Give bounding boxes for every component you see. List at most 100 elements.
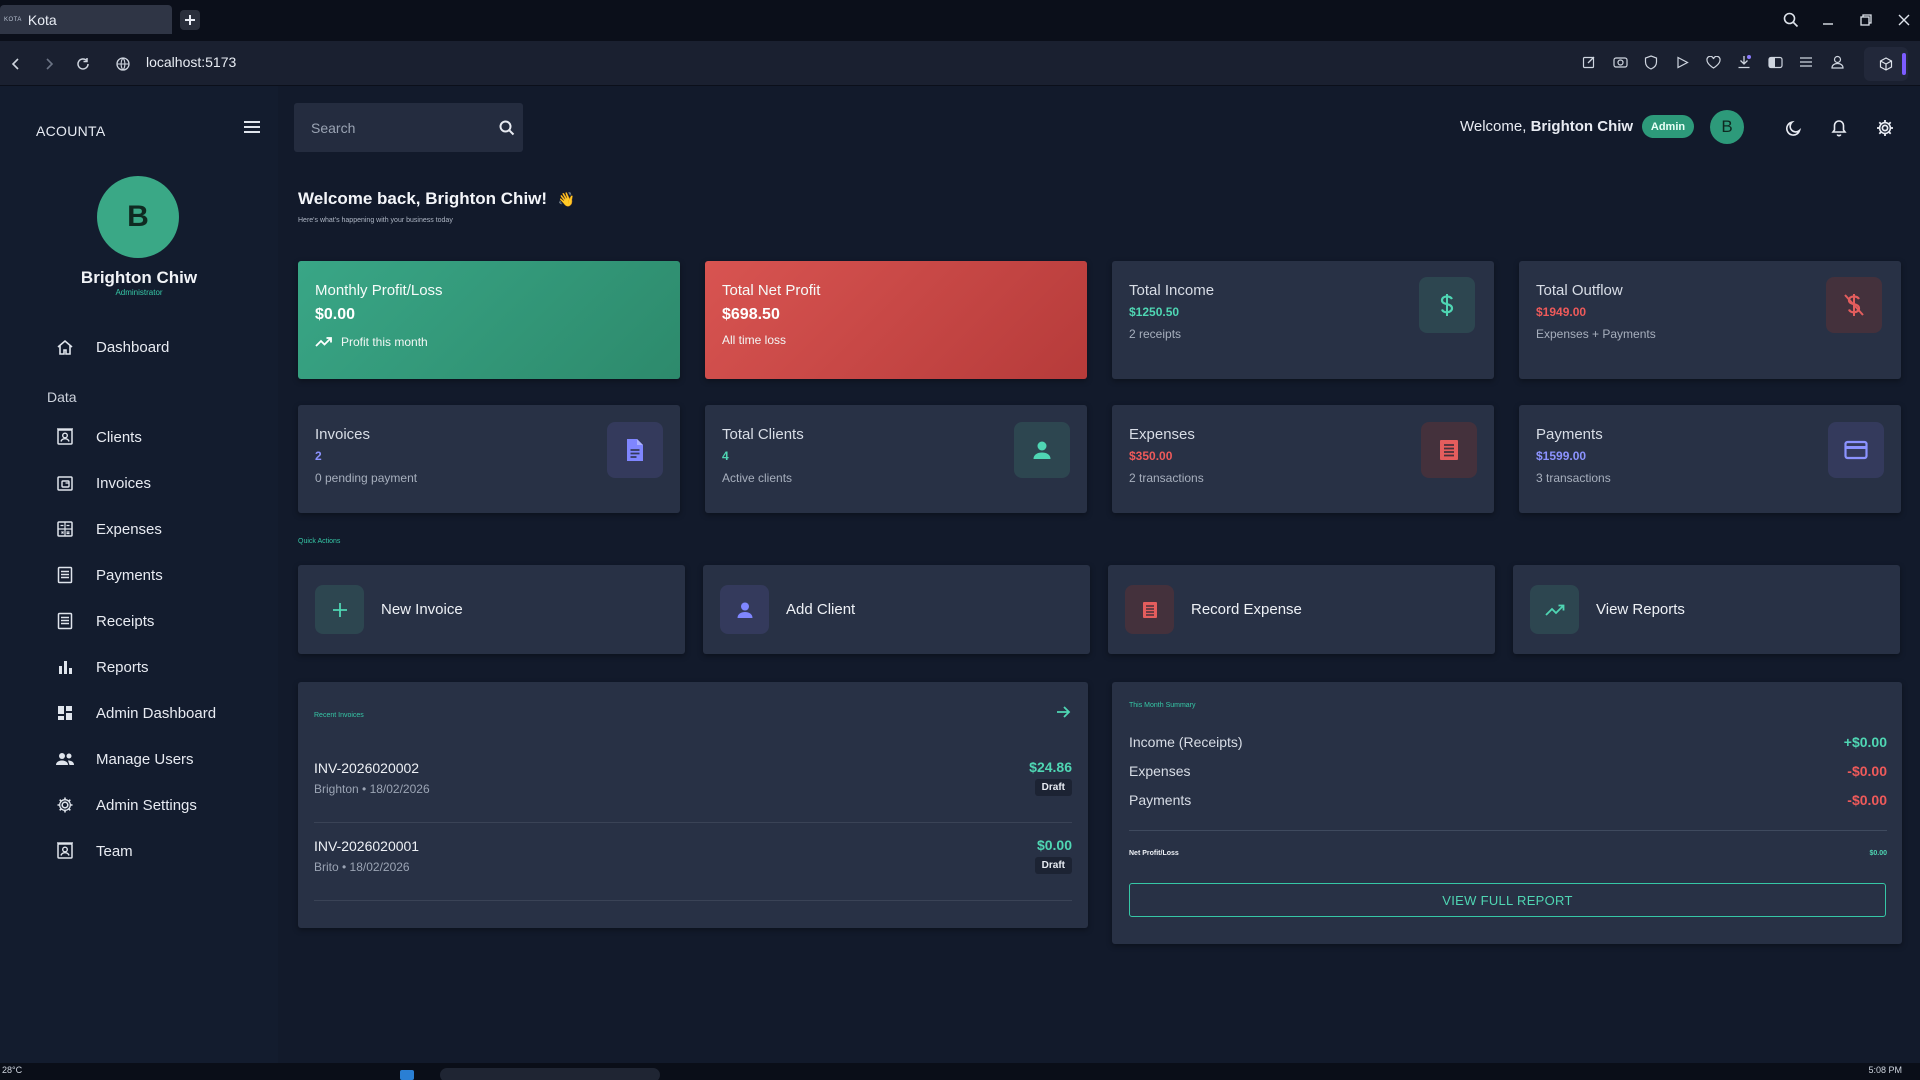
quick-action-view-reports[interactable]: View Reports: [1513, 565, 1900, 654]
globe-icon[interactable]: [112, 53, 134, 75]
invoice-number: INV-2026020001: [314, 838, 420, 854]
trending-up-icon: [315, 337, 332, 347]
dollar-icon: [1419, 277, 1475, 333]
stat-card-total-outflow[interactable]: Total Outflow $1949.00 Expenses + Paymen…: [1519, 261, 1901, 379]
recent-invoices-label: Recent Invoices: [314, 712, 364, 719]
browser-tab[interactable]: KOTA Kota: [0, 5, 172, 34]
trending-up-icon: [1530, 585, 1579, 634]
stat-sub: 3 transactions: [1536, 471, 1611, 485]
brand-name: ACOUNTA: [36, 123, 106, 139]
summary-row-income: Income (Receipts) +$0.00: [1129, 734, 1887, 750]
settings-gear-icon[interactable]: [1874, 117, 1896, 139]
gear-icon: [52, 796, 78, 814]
stat-title: Total Net Profit: [722, 282, 821, 299]
close-icon[interactable]: [1893, 9, 1915, 31]
plus-icon: [315, 585, 364, 634]
sidebar-item-payments[interactable]: Payments: [52, 558, 262, 592]
sidebar-toggle-icon[interactable]: [1766, 53, 1784, 71]
status-badge: Draft: [1034, 857, 1072, 874]
stat-sub: Profit this month: [315, 335, 428, 349]
stat-title: Total Clients: [722, 426, 804, 443]
page-title-text: Welcome back, Brighton Chiw!: [298, 189, 548, 208]
search-icon[interactable]: [499, 120, 515, 136]
sidebar-item-admin-settings[interactable]: Admin Settings: [52, 788, 262, 822]
table-row[interactable]: INV-2026020001 Brito • 18/02/2026 $0.00 …: [314, 823, 1072, 901]
stat-sub: Active clients: [722, 471, 793, 485]
reload-icon[interactable]: [72, 53, 94, 75]
stat-card-payments[interactable]: Payments $1599.00 3 transactions: [1519, 405, 1901, 513]
quick-action-record-expense[interactable]: Record Expense: [1108, 565, 1495, 654]
sidebar-item-manage-users[interactable]: Manage Users: [52, 742, 262, 776]
sidebar-item-label: Dashboard: [96, 338, 170, 356]
sidebar-item-expenses[interactable]: Expenses: [52, 512, 262, 546]
camera-icon[interactable]: [1611, 53, 1629, 71]
sidebar-item-clients[interactable]: Clients: [52, 420, 262, 454]
taskbar-search[interactable]: [440, 1068, 660, 1080]
summary-label: Payments: [1129, 792, 1192, 808]
sidebar-item-dashboard[interactable]: Dashboard: [52, 330, 262, 364]
stat-title: Monthly Profit/Loss: [315, 282, 443, 299]
new-tab-button[interactable]: [180, 10, 200, 30]
stat-card-invoices[interactable]: Invoices 2 0 pending payment: [298, 405, 680, 513]
stat-value: 4: [722, 449, 729, 463]
start-icon[interactable]: [400, 1070, 414, 1080]
quick-action-new-invoice[interactable]: New Invoice: [298, 565, 685, 654]
heart-icon[interactable]: [1704, 53, 1722, 71]
edit-icon[interactable]: [1580, 53, 1598, 71]
sidebar-item-label: Team: [96, 842, 133, 860]
sidebar-item-label: Invoices: [96, 474, 152, 492]
search-input[interactable]: [294, 103, 523, 152]
invoice-meta: Brighton • 18/02/2026: [314, 782, 430, 796]
sidebar-item-admin-dashboard[interactable]: Admin Dashboard: [52, 696, 262, 730]
user-avatar[interactable]: B: [97, 176, 179, 258]
sidebar-item-invoices[interactable]: Invoices: [52, 466, 262, 500]
download-icon[interactable]: [1735, 53, 1753, 71]
view-full-report-button[interactable]: VIEW FULL REPORT: [1129, 883, 1886, 917]
user-role: Administrator: [115, 288, 163, 297]
minimize-icon[interactable]: [1817, 9, 1839, 31]
sidebar-item-label: Admin Settings: [96, 796, 197, 814]
summary-value: -$0.00: [1847, 792, 1887, 808]
hamburger-menu-icon[interactable]: [243, 119, 261, 135]
menu-icon[interactable]: [1797, 53, 1815, 71]
table-row[interactable]: INV-2026020002 Brighton • 18/02/2026 $24…: [314, 745, 1072, 823]
summary-label: Expenses: [1129, 763, 1191, 779]
sidebar-item-reports[interactable]: Reports: [52, 650, 262, 684]
sidebar-item-label: Manage Users: [96, 750, 194, 768]
play-icon[interactable]: [1673, 53, 1691, 71]
restore-icon[interactable]: [1855, 9, 1877, 31]
sidebar-item-team[interactable]: Team: [52, 834, 262, 868]
quick-action-label: Record Expense: [1191, 601, 1302, 618]
taskbar-app-icons: [400, 1070, 414, 1080]
tab-favicon: KOTA: [4, 16, 22, 23]
stat-card-total-clients[interactable]: Total Clients 4 Active clients: [705, 405, 1087, 513]
quick-action-label: New Invoice: [381, 601, 463, 618]
os-taskbar: 28°C 5:08 PM: [0, 1063, 1920, 1080]
stat-card-net-profit[interactable]: Total Net Profit $698.50 All time loss: [705, 261, 1087, 379]
browser-search-icon[interactable]: [1780, 9, 1802, 31]
welcome-prefix: Welcome,: [1460, 118, 1527, 135]
url-field[interactable]: localhost:5173: [146, 54, 236, 70]
dark-mode-icon[interactable]: [1782, 117, 1804, 139]
arrow-right-icon[interactable]: [1055, 704, 1071, 720]
extension-box-icon[interactable]: [1864, 47, 1908, 81]
back-icon[interactable]: [5, 53, 27, 75]
shield-icon[interactable]: [1642, 53, 1660, 71]
header-welcome: Welcome, Brighton Chiw: [1460, 118, 1633, 135]
stat-card-total-income[interactable]: Total Income $1250.50 2 receipts: [1112, 261, 1494, 379]
profile-icon[interactable]: [1828, 53, 1846, 71]
contact-icon: [52, 842, 78, 860]
sidebar-item-receipts[interactable]: Receipts: [52, 604, 262, 638]
nav-section-data: Data: [47, 389, 77, 405]
extension-icons: [1580, 53, 1846, 71]
header-avatar[interactable]: B: [1710, 110, 1744, 144]
bell-icon[interactable]: [1828, 117, 1850, 139]
stat-card-monthly-profit[interactable]: Monthly Profit/Loss $0.00 Profit this mo…: [298, 261, 680, 379]
document-icon: [607, 422, 663, 478]
quick-action-add-client[interactable]: Add Client: [703, 565, 1090, 654]
wave-emoji-icon: 👋: [557, 191, 576, 207]
forward-icon[interactable]: [38, 53, 60, 75]
invoice-meta: Brito • 18/02/2026: [314, 860, 410, 874]
stat-card-expenses[interactable]: Expenses $350.00 2 transactions: [1112, 405, 1494, 513]
browser-tab-bar: KOTA Kota: [0, 0, 1920, 41]
